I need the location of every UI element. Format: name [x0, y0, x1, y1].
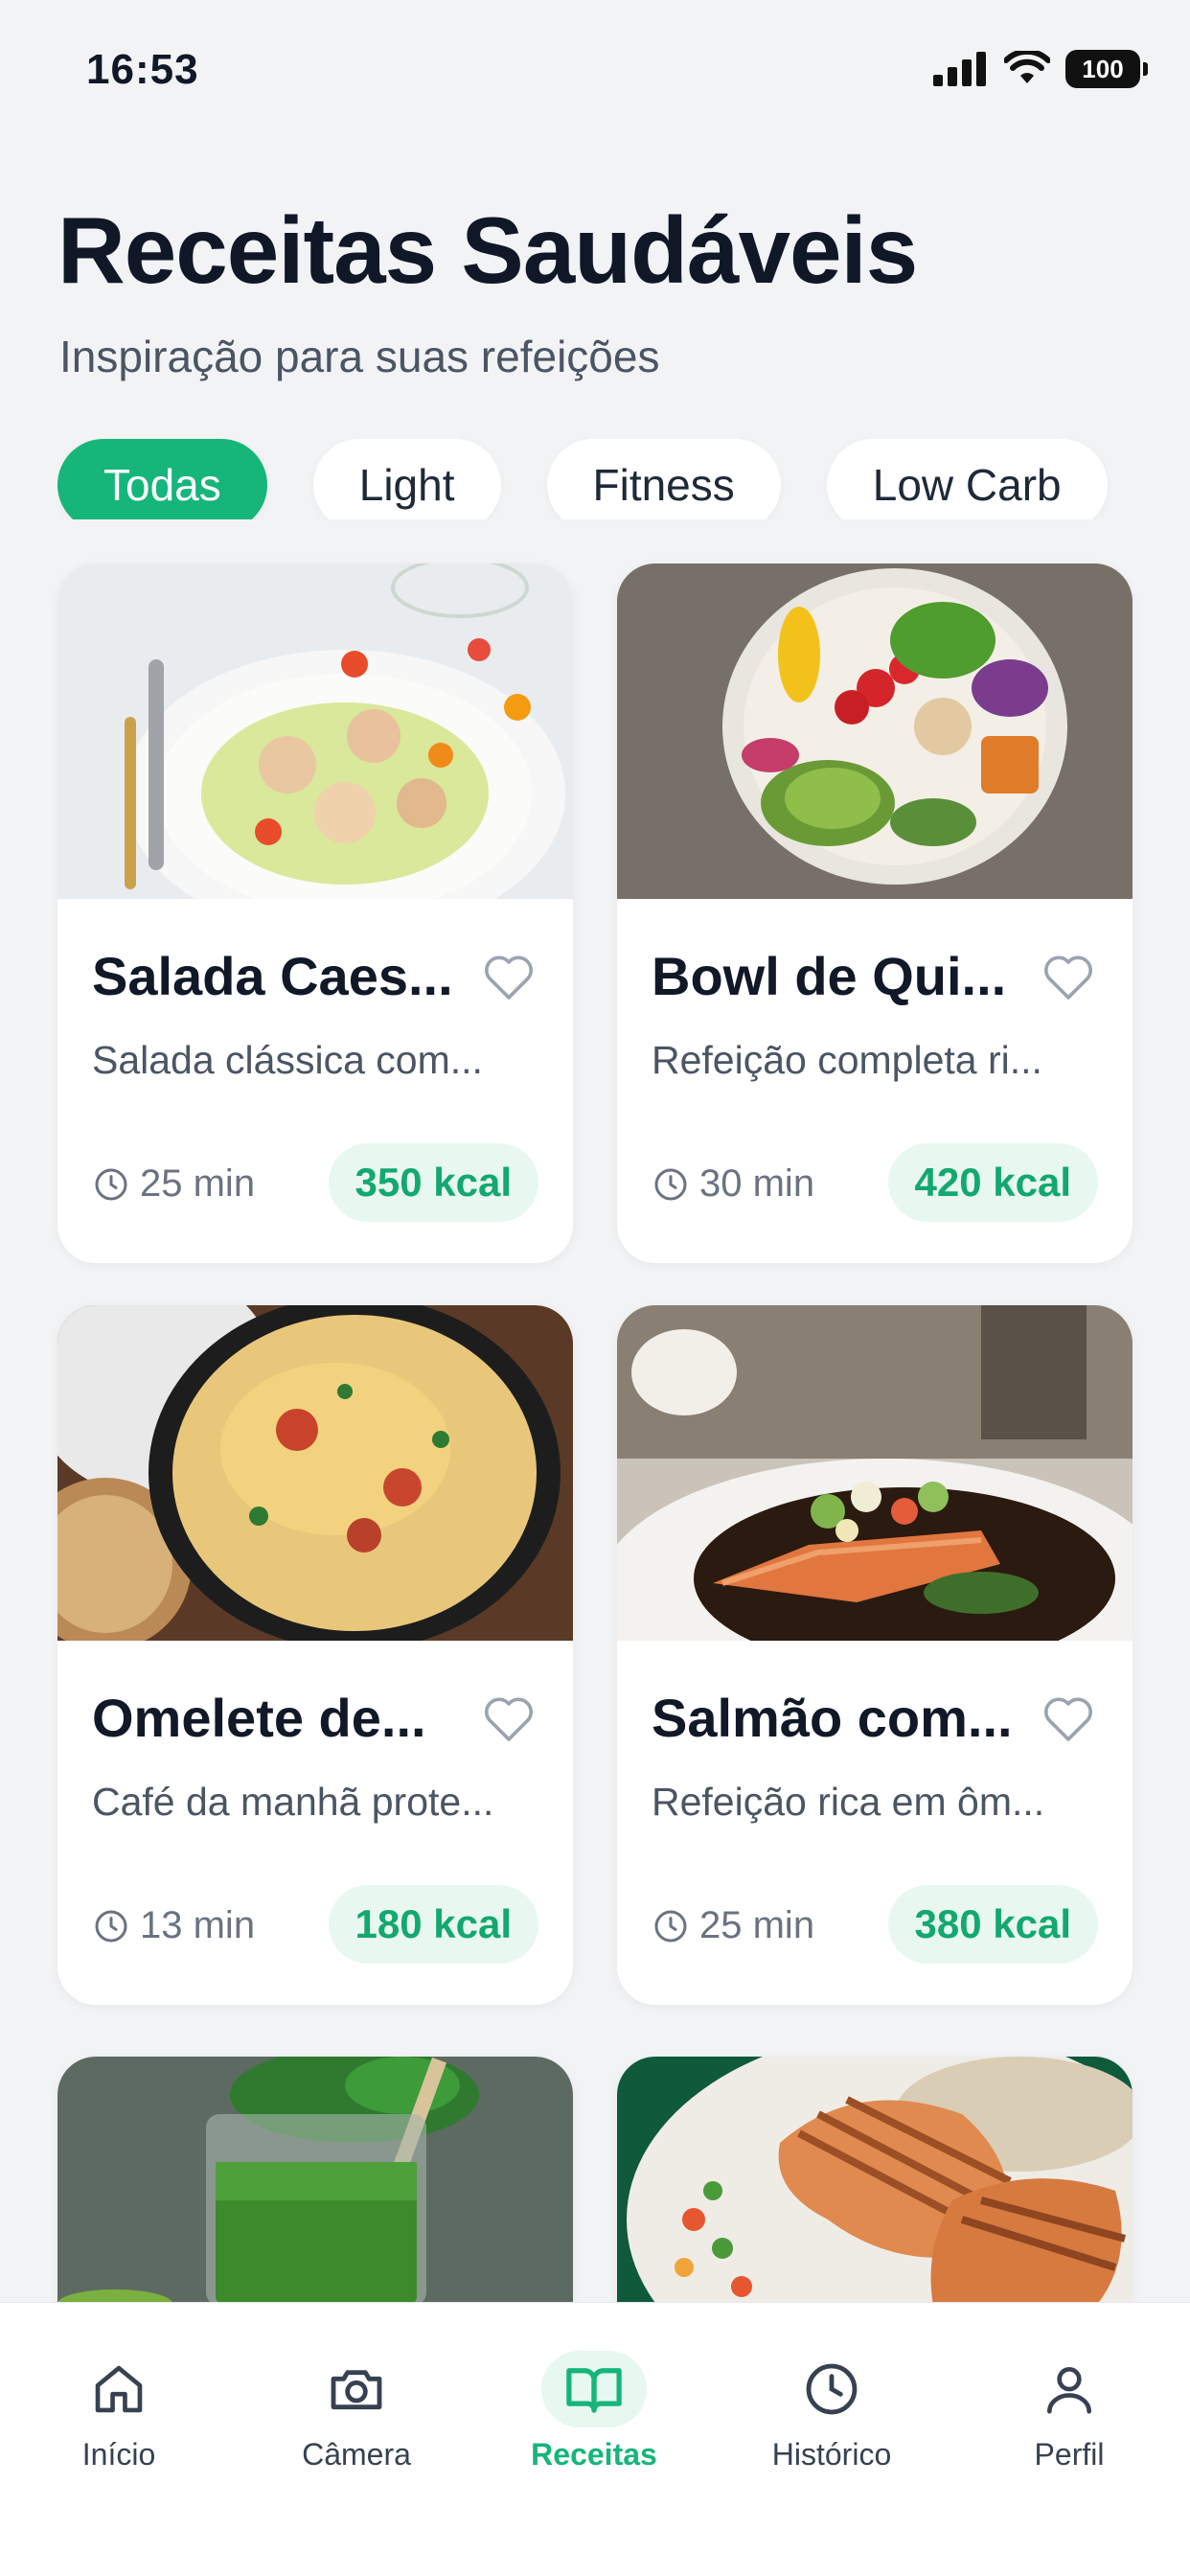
- filter-chip-light[interactable]: Light: [312, 439, 501, 519]
- recipe-time: 13 min: [92, 1904, 255, 1947]
- recipe-time-value: 13 min: [140, 1904, 256, 1946]
- book-icon: [566, 2368, 622, 2413]
- recipe-card-body: Salmão com... Refeição rica em ôm... 25 …: [617, 1641, 1133, 2005]
- home-icon: [95, 2365, 143, 2413]
- recipe-image-salad: [57, 564, 573, 899]
- recipe-card[interactable]: [57, 2057, 573, 2306]
- nav-item-perfil[interactable]: Perfil: [973, 2351, 1165, 2472]
- status-time: 16:53: [86, 46, 199, 93]
- recipe-image-bowl: [617, 564, 1133, 899]
- clock-icon: [806, 2363, 858, 2415]
- recipe-description: Salada clássica com...: [92, 1038, 483, 1082]
- clock-icon: [95, 1910, 127, 1942]
- recipe-card-body: Bowl de Qui... Refeição completa ri... 3…: [617, 899, 1133, 1263]
- recipe-card-body: Omelete de... Café da manhã prote... 13 …: [57, 1641, 573, 2005]
- signal-icon: [933, 52, 986, 86]
- recipe-time-value: 25 min: [140, 1162, 256, 1205]
- user-icon: [1047, 2367, 1091, 2414]
- filter-chips: Todas Light Fitness Low Carb: [57, 439, 1190, 519]
- recipe-image-green-juice: [57, 2057, 573, 2306]
- status-bar: 16:53 100: [0, 0, 1190, 144]
- nav-label: Câmera: [302, 2437, 411, 2472]
- recipes-screen: 16:53 100 Receitas Saudáveis Inspiração …: [0, 0, 1190, 2576]
- clock-icon: [654, 1168, 687, 1200]
- recipe-time: 25 min: [652, 1904, 814, 1947]
- recipe-time: 25 min: [92, 1162, 255, 1206]
- recipe-description: Refeição completa ri...: [652, 1038, 1042, 1082]
- heart-icon[interactable]: [1039, 1689, 1098, 1748]
- heart-icon[interactable]: [479, 1689, 538, 1748]
- recipe-card[interactable]: [617, 2057, 1133, 2306]
- nav-label: Receitas: [531, 2437, 657, 2472]
- nav-label: Início: [81, 2437, 156, 2472]
- recipe-title: Bowl de Qui...: [652, 946, 1007, 1006]
- filter-chip-todas[interactable]: Todas: [57, 439, 267, 519]
- camera-icon: [331, 2370, 382, 2410]
- recipe-card[interactable]: Salada Caes... Salada clássica com... 25…: [57, 564, 573, 1263]
- battery-level: 100: [1082, 54, 1124, 83]
- heart-icon[interactable]: [1039, 947, 1098, 1006]
- kcal-badge: 350 kcal: [328, 1143, 538, 1222]
- recipe-image-salmon: [617, 1305, 1133, 1641]
- page-subtitle: Inspiração para suas refeições: [59, 332, 660, 381]
- nav-label: Perfil: [1034, 2437, 1105, 2472]
- recipe-description: Refeição rica em ôm...: [652, 1780, 1045, 1824]
- recipe-time-value: 30 min: [699, 1162, 815, 1205]
- status-indicators: 100: [933, 50, 1148, 88]
- filter-chip-low-carb[interactable]: Low Carb: [826, 439, 1108, 519]
- recipe-card[interactable]: Salmão com... Refeição rica em ôm... 25 …: [617, 1305, 1133, 2005]
- nav-item-historico[interactable]: Histórico: [736, 2351, 927, 2472]
- nav-label: Histórico: [771, 2437, 892, 2472]
- battery-indicator: 100: [1065, 50, 1148, 88]
- kcal-badge: 420 kcal: [887, 1143, 1098, 1222]
- recipe-title: Salmão com...: [652, 1688, 1013, 1748]
- page-title: Receitas Saudáveis: [57, 197, 918, 303]
- kcal-badge: 180 kcal: [328, 1885, 538, 1964]
- recipe-time: 30 min: [652, 1162, 814, 1206]
- nav-item-inicio[interactable]: Início: [23, 2351, 215, 2472]
- clock-icon: [95, 1168, 127, 1200]
- recipe-time-value: 25 min: [699, 1904, 815, 1946]
- bottom-nav: Início Câmera Receitas Histórico Perfil: [0, 2302, 1190, 2576]
- recipe-image-grilled-chicken: [617, 2057, 1133, 2306]
- filter-chip-fitness[interactable]: Fitness: [546, 439, 781, 519]
- wifi-icon: [1004, 51, 1050, 83]
- recipe-title: Salada Caes...: [92, 946, 453, 1006]
- recipe-image-omelette: [57, 1305, 573, 1641]
- nav-item-camera[interactable]: Câmera: [261, 2351, 452, 2472]
- recipe-title: Omelete de...: [92, 1688, 426, 1748]
- recipe-description: Café da manhã prote...: [92, 1780, 494, 1824]
- kcal-badge: 380 kcal: [887, 1885, 1098, 1964]
- clock-icon: [654, 1910, 687, 1942]
- recipe-card[interactable]: Omelete de... Café da manhã prote... 13 …: [57, 1305, 573, 2005]
- nav-item-receitas[interactable]: Receitas: [498, 2351, 690, 2472]
- heart-icon[interactable]: [479, 947, 538, 1006]
- recipe-card-body: Salada Caes... Salada clássica com... 25…: [57, 899, 573, 1263]
- recipe-card[interactable]: Bowl de Qui... Refeição completa ri... 3…: [617, 564, 1133, 1263]
